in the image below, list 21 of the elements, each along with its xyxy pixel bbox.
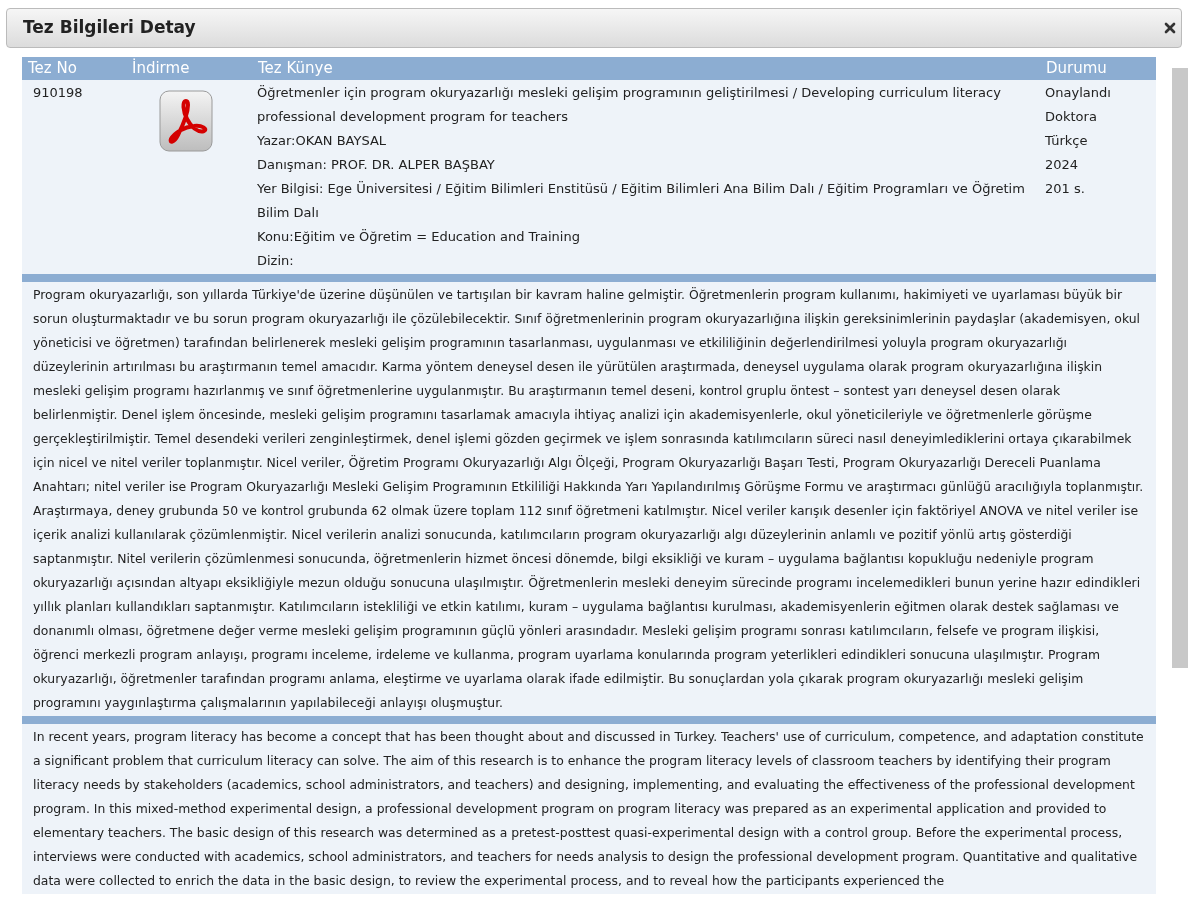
status-value: 201 s.	[1045, 180, 1086, 198]
scrollbar[interactable]	[1172, 68, 1188, 668]
thesis-info-line: Yazar:OKAN BAYSAL	[257, 132, 388, 150]
abstract-paragraph: In recent years, program literacy has become a concept that has been thought about and discussed in Turkey. Teachers' use of curriculum, competence, and adaptation constitute a significant problem that curriculum literacy can solve. The aim of this research is to enhance the program literacy levels of classroom teachers by identifying their program literacy needs by stakeholders (academics, school administrators, and teachers) and designing, implementing, and evaluating the effectiveness of the professional development program. In this mixed-method experimental design, a professional development program on program literacy was prepared as an experimental application and provided to elementary teachers. The basic design of this research was determined as a pretest-posttest quasi-experimental design with a control group. Before the experimental process, interviews were conducted with academics, school administrators, and teachers for needs analysis to design the professional development program. Quantitative and qualitative data were collected to enrich the data in the basic design, to review the experimental process, and to reveal how the participants experienced the	[32, 728, 1145, 890]
dialog-title: Tez Bilgileri Detay	[23, 16, 196, 40]
column-header: Tez Künye	[258, 59, 333, 78]
column-header: İndirme	[132, 59, 190, 78]
thesis-info-line: Öğretmenler için program okuryazarlığı mesleki gelişim programının geliştirilmesi / Developing curriculum literacy professional development program for teachers	[257, 84, 1002, 126]
status-value: Onaylandı	[1045, 84, 1112, 102]
thesis-info-line: Konu:Eğitim ve Öğretim = Education and Training	[257, 228, 581, 246]
status-value: Doktora	[1045, 108, 1098, 126]
status-value: Türkçe	[1045, 132, 1089, 150]
thesis-number: 910198	[33, 85, 83, 100]
abstract-paragraph: Program okuryazarlığı, son yıllarda Türkiye'de üzerine düşünülen ve tartışılan bir kavram haline gelmiştir. Öğretmenlerin program kullanımı, hakimiyeti ve uyarlaması büyük bir sorun oluşturmaktadır ve bu sorun program okuryazarlığı ile çözülebilecektir. Sınıf öğretmenlerinin program okuryazarlığına ilişkin gereksinimlerinin paydaşlar (akademisyen, okul yöneticisi ve öğretmen) tarafından belirlenerek mesleki gelişim programının tasarlanması, uygulanması ve etkililiğinin değerlendirilmesi yoluyla program okuryazarlığı düzeylerinin artırılması bu araştırmanın temel amacıdır. Karma yöntem deneysel desen ile yürütülen araştırmada, deneysel uygulama olarak program okuryazarlığına ilişkin mesleki gelişim programı hazırlanmış ve sınıf öğretmenlerine uygulanmıştır. Bu araştırmanın temel deseni, kontrol gruplu öntest – sontest yarı deneysel desen olarak belirlenmiştir. Denel işlem öncesinde, mesleki gelişim programını tasarlamak amacıyla ihtiyaç analizi için akademisyenlerle, okul yöneticileriyle ve öğretmenlerle görüşme gerçekleştirilmiştir. Temel desendeki verileri zenginleştirmek, denel işlemi gözden geçirmek ve işlem sonrasında katılımcıların süreci nasıl deneyimlediklerini ortaya çıkarabilmek için nicel ve nitel veriler toplanmıştır. Nicel veriler, Öğretim Programı Okuryazarlığı Algı Ölçeği, Program Okuryazarlığı Başarı Testi, Program Okuryazarlığı Dereceli Puanlama Anahtarı; nitel veriler ise Program Okuryazarlığı Mesleki Gelişim Programının Etkililiği Hakkında Yarı Yapılandırılmış Görüşme Formu ve araştırmacı günlüğü aracılığıyla toplanmıştır. Araştırmaya, deney grubunda 50 ve kontrol grubunda 62 olmak üzere toplam 112 sınıf öğretmeni katılmıştır. Nicel veriler karışık desenler için faktöriyel ANOVA ve nitel veriler ise içerik analizi kullanılarak çözümlenmiştir. Nicel verilerin analizi sonucunda, katılımcıların program okuryazarlığı algı düzeylerinin anlamlı ve pozitif yönlü artış gösterdiği saptanmıştır. Nitel verilerin çözümlenmesi sonucunda, öğretmenlerin hizmet öncesi dönemde, bilgi eksikliği ve kuram – uygulama bağlantısı kopukluğu nedeniyle program okuryazarlığı açısından altyapı eksikliğiyle mezun olduğu sonucuna ulaşılmıştır. Öğretmenlerin mesleki deneyim sürecinde programı incelemedikleri bunun yerine hazır edindikleri yıllık planları kullandıkları saptanmıştır. Katılımcıların istekliliği ve etkin katılımı, kuram – uygulama bağlantısı kurulması, akademisyenlerin eğitmen olarak destek sağlaması ve donanımlı olması, öğretmene değer verme mesleki gelişim programının güçlü yönleri arasındadır. Mesleki gelişim programı sonrası katılımcıların, felsefe ve program ilişkisi, öğrenci merkezli program anlayışı, programı inceleme, irdeleme ve kullanma, program uyarlama konularında program yeterlikleri edindikleri sonucuna ulaşılmıştır. Program okuryazarlığı, öğretmenler tarafından programı anlama, eleştirme ve uyarlama olarak ifade edilmiştir. Bu sonuçlardan yola çıkarak program okuryazarlığı mesleki gelişim programını yaygınlaştırma çalışmalarının yapılabileceği anlayışı oluşmuştur.	[32, 286, 1145, 712]
thesis-info-line: Yer Bilgisi: Ege Üniversitesi / Eğitim Bilimleri Enstitüsü / Eğitim Bilimleri Ana Bilim Dalı / Eğitim Programları ve Öğretim Bilim Dalı	[257, 180, 1026, 222]
thesis-info-line: Danışman: PROF. DR. ALPER BAŞBAY	[257, 156, 496, 174]
thesis-info-line: Dizin:	[257, 252, 295, 270]
pdf-icon[interactable]	[158, 89, 214, 155]
status-value: 2024	[1045, 156, 1080, 174]
column-header: Durumu	[1046, 59, 1107, 78]
column-header: Tez No	[28, 59, 77, 78]
